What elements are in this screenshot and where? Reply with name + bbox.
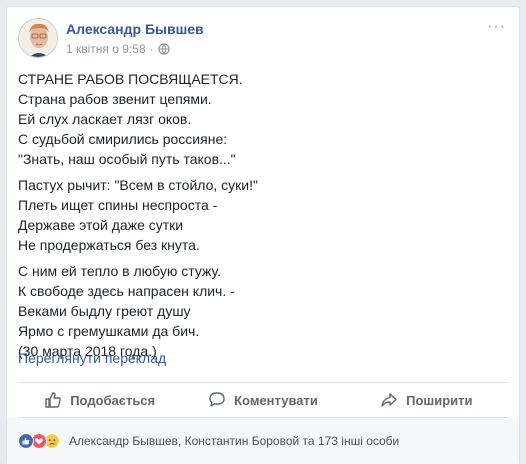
stanza-1: СТРАНЕ РАБОВ ПОСВЯЩАЕТСЯ. Страна рабов з…: [18, 69, 508, 169]
post-card: Александр Бывшев 1 квітня о 9:58 · ··· С…: [6, 6, 520, 464]
share-label: Поширити: [406, 392, 473, 408]
poem-line: С судьбой смирились россияне:: [18, 131, 228, 147]
meta-separator: ·: [149, 42, 154, 56]
share-icon: [381, 393, 397, 407]
action-bar: Подобається Коментувати Поширити: [18, 382, 508, 418]
more-options-icon[interactable]: ···: [487, 18, 506, 36]
poem-line: Веками быдлу греют душу: [18, 303, 191, 319]
poem-line: СТРАНЕ РАБОВ ПОСВЯЩАЕТСЯ.: [18, 71, 243, 87]
poem-line: Плеть ищет спины неспроста -: [18, 197, 218, 213]
like-button[interactable]: Подобається: [18, 383, 181, 417]
avatar-image: [19, 19, 57, 57]
poem-line: Не продержаться без кнута.: [18, 237, 200, 253]
share-button[interactable]: Поширити: [345, 383, 508, 417]
post-meta: 1 квітня о 9:58 ·: [66, 42, 170, 56]
post-header: Александр Бывшев 1 квітня о 9:58 · ···: [18, 18, 508, 62]
reaction-icons[interactable]: [18, 433, 60, 449]
author-name[interactable]: Александр Бывшев: [66, 21, 204, 37]
thumbs-up-icon: [45, 392, 62, 408]
reactions-bar: Александр Бывшев, Константин Боровой та …: [7, 418, 519, 464]
avatar[interactable]: [18, 18, 58, 58]
poem-line: Пастух рычит: "Всем в стойло, суки!": [18, 177, 258, 193]
post-date[interactable]: 1 квітня о 9:58: [66, 42, 146, 56]
comment-label: Коментувати: [234, 392, 318, 408]
see-translation-link[interactable]: Переглянути переклад: [18, 350, 166, 366]
poem-line: "Знать, наш особый путь таков...": [18, 151, 236, 167]
poem-line: Державе этой даже сутки: [18, 217, 184, 233]
comment-icon: [209, 392, 225, 407]
stanza-2: Пастух рычит: "Всем в стойло, суки!" Пле…: [18, 175, 508, 255]
poem-line: Ярмо с гремушками да бич.: [18, 323, 200, 339]
reactions-summary[interactable]: Александр Бывшев, Константин Боровой та …: [69, 434, 399, 448]
poem-line: С ним ей тепло в любую стужу.: [18, 263, 222, 279]
like-reaction-icon: [18, 433, 34, 449]
comment-button[interactable]: Коментувати: [181, 383, 344, 417]
poem-line: Ей слух ласкает лязг оков.: [18, 111, 192, 127]
like-label: Подобається: [70, 392, 156, 408]
poem-line: Страна рабов звенит цепями.: [18, 91, 212, 107]
post-text: СТРАНЕ РАБОВ ПОСВЯЩАЕТСЯ. Страна рабов з…: [18, 69, 508, 367]
stanza-3: С ним ей тепло в любую стужу. К свободе …: [18, 261, 508, 361]
poem-line: К свободе здесь напрасен клич. -: [18, 283, 235, 299]
globe-icon[interactable]: [158, 43, 170, 55]
